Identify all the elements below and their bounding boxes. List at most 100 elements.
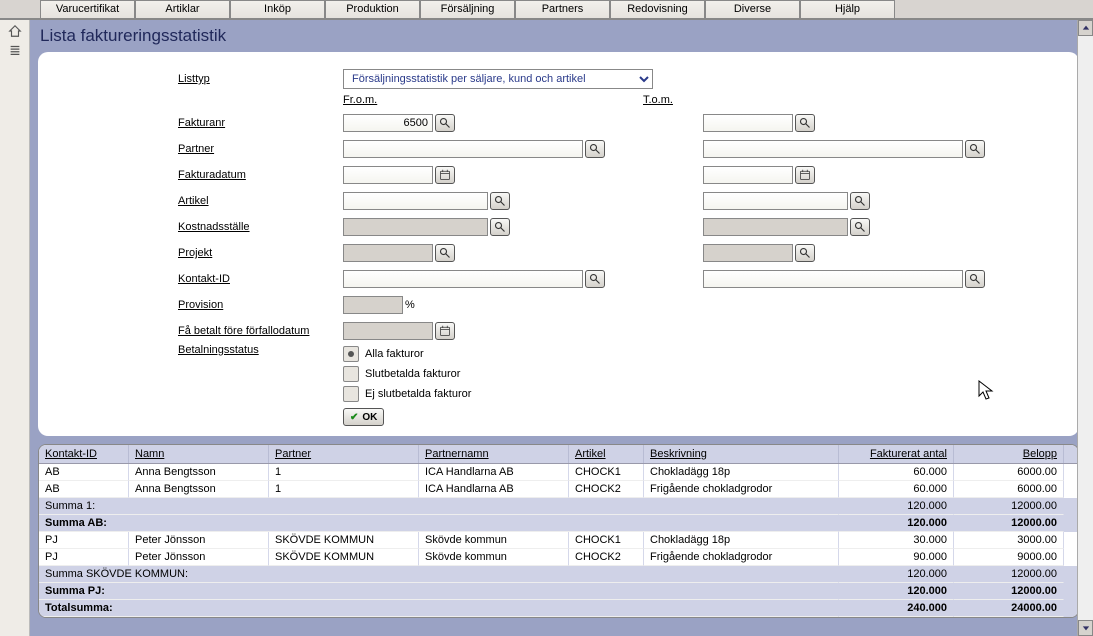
tab-artiklar[interactable]: Artiklar <box>135 0 230 18</box>
partner-to-input[interactable] <box>703 140 963 158</box>
fakturanr-from-input[interactable] <box>343 114 433 132</box>
cell: 1 <box>269 481 419 498</box>
label-fa-betalt: Få betalt före förfallodatum <box>178 325 343 337</box>
artikel-to-input[interactable] <box>703 192 848 210</box>
kostnadsstalle-from-input[interactable] <box>343 218 488 236</box>
label-from: Fr.o.m. <box>343 94 377 106</box>
ok-label: OK <box>362 412 377 423</box>
col-fakturerat-antal[interactable]: Fakturerat antal <box>839 445 954 463</box>
lookup-icon[interactable] <box>965 140 985 158</box>
cell: PJ <box>39 532 129 549</box>
lookup-icon[interactable] <box>435 114 455 132</box>
partner-from-input[interactable] <box>343 140 583 158</box>
table-row[interactable]: ABAnna Bengtsson1ICA Handlarna ABCHOCK1C… <box>39 464 1078 481</box>
lookup-icon[interactable] <box>585 270 605 288</box>
kostnadsstalle-to-input[interactable] <box>703 218 848 236</box>
label-partner: Partner <box>178 143 343 155</box>
col-partnernamn[interactable]: Partnernamn <box>419 445 569 463</box>
scroll-up-icon[interactable] <box>1078 20 1093 36</box>
radio-label: Ej slutbetalda fakturor <box>365 388 471 400</box>
cell: CHOCK1 <box>569 532 644 549</box>
label-fakturadatum: Fakturadatum <box>178 169 343 181</box>
col-namn[interactable]: Namn <box>129 445 269 463</box>
projekt-to-input[interactable] <box>703 244 793 262</box>
cell: 1 <box>269 464 419 481</box>
table-row[interactable]: PJPeter JönssonSKÖVDE KOMMUNSkövde kommu… <box>39 549 1078 566</box>
fakturadatum-from-input[interactable] <box>343 166 433 184</box>
projekt-from-input[interactable] <box>343 244 433 262</box>
results-grid: Kontakt-ID Namn Partner Partnernamn Arti… <box>38 444 1079 618</box>
calendar-icon[interactable] <box>435 166 455 184</box>
summary-antal: 120.000 <box>839 515 954 532</box>
lookup-icon[interactable] <box>490 218 510 236</box>
lookup-icon[interactable] <box>850 192 870 210</box>
table-row[interactable]: PJPeter JönssonSKÖVDE KOMMUNSkövde kommu… <box>39 532 1078 549</box>
listtyp-select[interactable]: Försäljningsstatistik per säljare, kund … <box>343 69 653 89</box>
calendar-icon[interactable] <box>795 166 815 184</box>
cell: Chokladägg 18p <box>644 464 839 481</box>
col-belopp[interactable]: Belopp <box>954 445 1064 463</box>
lookup-icon[interactable] <box>435 244 455 262</box>
fakturadatum-to-input[interactable] <box>703 166 793 184</box>
tab-redovisning[interactable]: Redovisning <box>610 0 705 18</box>
table-row[interactable]: ABAnna Bengtsson1ICA Handlarna ABCHOCK2F… <box>39 481 1078 498</box>
summary-row: Summa SKÖVDE KOMMUN:120.00012000.00 <box>39 566 1078 583</box>
home-icon[interactable] <box>0 24 29 41</box>
summary-belopp: 12000.00 <box>954 583 1064 600</box>
col-artikel[interactable]: Artikel <box>569 445 644 463</box>
summary-belopp: 12000.00 <box>954 515 1064 532</box>
tab-hjalp[interactable]: Hjälp <box>800 0 895 18</box>
summary-row: Summa PJ:120.00012000.00 <box>39 583 1078 600</box>
left-rail <box>0 20 30 636</box>
lookup-icon[interactable] <box>795 114 815 132</box>
summary-antal: 120.000 <box>839 566 954 583</box>
lookup-icon[interactable] <box>850 218 870 236</box>
list-icon[interactable] <box>0 43 29 60</box>
cell: Peter Jönsson <box>129 549 269 566</box>
col-partner[interactable]: Partner <box>269 445 419 463</box>
label-tom: T.o.m. <box>643 94 673 106</box>
radio-slutbetalda[interactable]: Slutbetalda fakturor <box>343 364 471 384</box>
cell: CHOCK1 <box>569 464 644 481</box>
cell: 6000.00 <box>954 464 1064 481</box>
provision-input[interactable] <box>343 296 403 314</box>
summary-antal: 120.000 <box>839 498 954 515</box>
label-fakturanr: Fakturanr <box>178 117 343 129</box>
ok-button[interactable]: ✔ OK <box>343 408 384 426</box>
fa-betalt-input[interactable] <box>343 322 433 340</box>
vertical-scrollbar[interactable] <box>1077 20 1093 636</box>
tab-diverse[interactable]: Diverse <box>705 0 800 18</box>
tab-partners[interactable]: Partners <box>515 0 610 18</box>
summary-belopp: 12000.00 <box>954 566 1064 583</box>
cell: Anna Bengtsson <box>129 481 269 498</box>
radio-ej-slutbetalda[interactable]: Ej slutbetalda fakturor <box>343 384 471 404</box>
fakturanr-to-input[interactable] <box>703 114 793 132</box>
summary-belopp: 12000.00 <box>954 498 1064 515</box>
tab-forsaljning[interactable]: Försäljning <box>420 0 515 18</box>
lookup-icon[interactable] <box>795 244 815 262</box>
cell: Peter Jönsson <box>129 532 269 549</box>
lookup-icon[interactable] <box>585 140 605 158</box>
calendar-icon[interactable] <box>435 322 455 340</box>
percent-label: % <box>405 299 415 311</box>
cell: AB <box>39 464 129 481</box>
summary-antal: 240.000 <box>839 600 954 617</box>
artikel-from-input[interactable] <box>343 192 488 210</box>
check-icon: ✔ <box>350 412 358 423</box>
cell: SKÖVDE KOMMUN <box>269 549 419 566</box>
lookup-icon[interactable] <box>490 192 510 210</box>
kontaktid-to-input[interactable] <box>703 270 963 288</box>
label-listtyp: Listtyp <box>178 73 343 85</box>
kontaktid-from-input[interactable] <box>343 270 583 288</box>
col-kontaktid[interactable]: Kontakt-ID <box>39 445 129 463</box>
cell: Skövde kommun <box>419 549 569 566</box>
lookup-icon[interactable] <box>965 270 985 288</box>
cell: CHOCK2 <box>569 481 644 498</box>
scroll-down-icon[interactable] <box>1078 620 1093 636</box>
cell: Frigående chokladgrodor <box>644 549 839 566</box>
tab-produktion[interactable]: Produktion <box>325 0 420 18</box>
radio-alla-fakturor[interactable]: Alla fakturor <box>343 344 471 364</box>
col-beskrivning[interactable]: Beskrivning <box>644 445 839 463</box>
tab-inkop[interactable]: Inköp <box>230 0 325 18</box>
tab-varucertifikat[interactable]: Varucertifikat <box>40 0 135 18</box>
